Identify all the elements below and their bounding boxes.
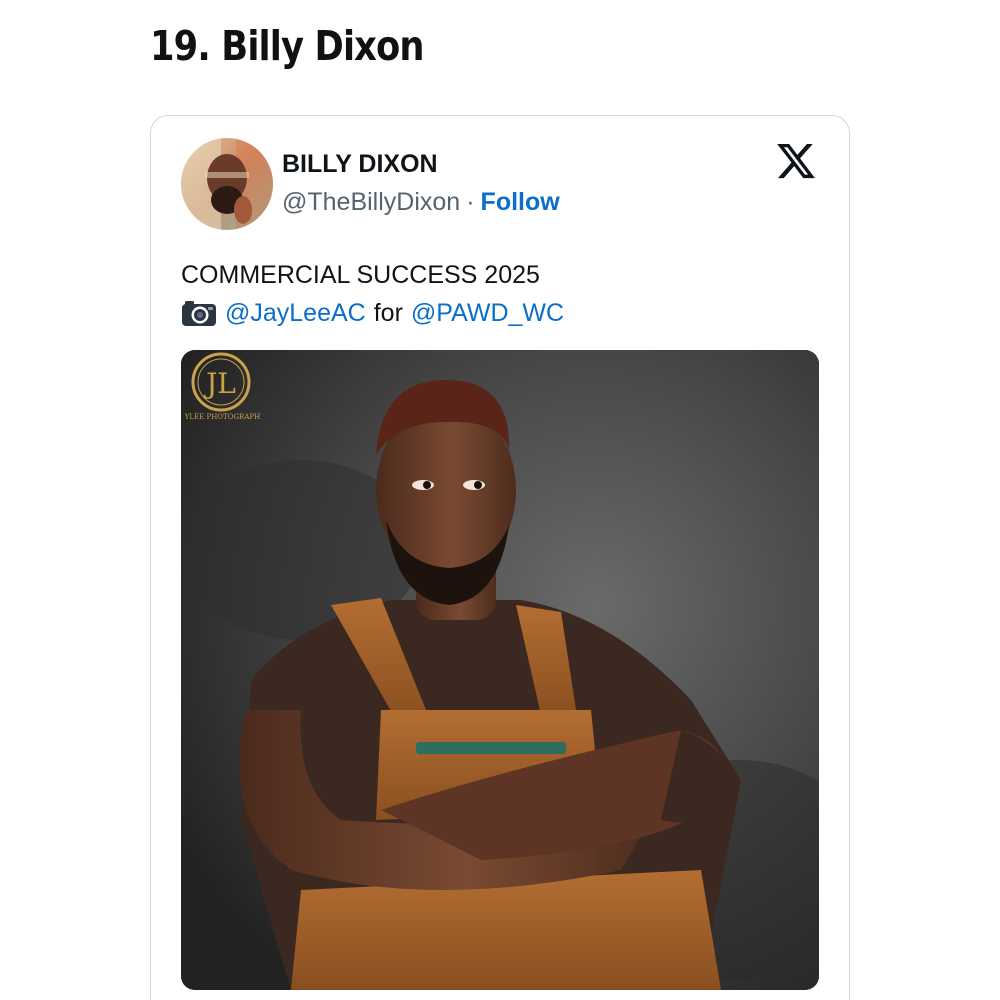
- svg-text:JAYLEE PHOTOGRAPHY: JAYLEE PHOTOGRAPHY: [185, 413, 261, 421]
- camera-icon: [181, 299, 217, 327]
- x-logo-icon[interactable]: [775, 140, 817, 182]
- follow-link[interactable]: Follow: [481, 188, 560, 216]
- handle-line: @TheBillyDixon · Follow: [282, 188, 560, 217]
- mention-photographer[interactable]: @JayLeeAC: [225, 294, 366, 332]
- tweet-text-line2: @JayLeeAC for @PAWD_WC: [181, 294, 564, 332]
- mention-client[interactable]: @PAWD_WC: [411, 294, 564, 332]
- for-word: for: [373, 299, 403, 327]
- tweet-text-line1: COMMERCIAL SUCCESS 2025: [181, 261, 540, 289]
- avatar[interactable]: [181, 138, 273, 230]
- tweet-text: COMMERCIAL SUCCESS 2025 @JayLeeAC for @PAW…: [181, 256, 564, 332]
- photo-watermark: JL JAYLEE PHOTOGRAPHY: [185, 350, 261, 424]
- article-heading: 19. Billy Dixon: [150, 22, 425, 70]
- separator-dot: ·: [466, 188, 475, 216]
- user-handle[interactable]: @TheBillyDixon: [282, 188, 460, 216]
- display-name[interactable]: BILLY DIXON: [282, 150, 438, 179]
- svg-text:JL: JL: [203, 367, 236, 400]
- tweet-photo[interactable]: JL JAYLEE PHOTOGRAPHY: [181, 350, 819, 990]
- embedded-tweet[interactable]: BILLY DIXON @TheBillyDixon · Follow COMMER…: [150, 115, 850, 1000]
- page: 19. Billy Dixon BILLY DIXON @TheBillyDix…: [0, 0, 1000, 1000]
